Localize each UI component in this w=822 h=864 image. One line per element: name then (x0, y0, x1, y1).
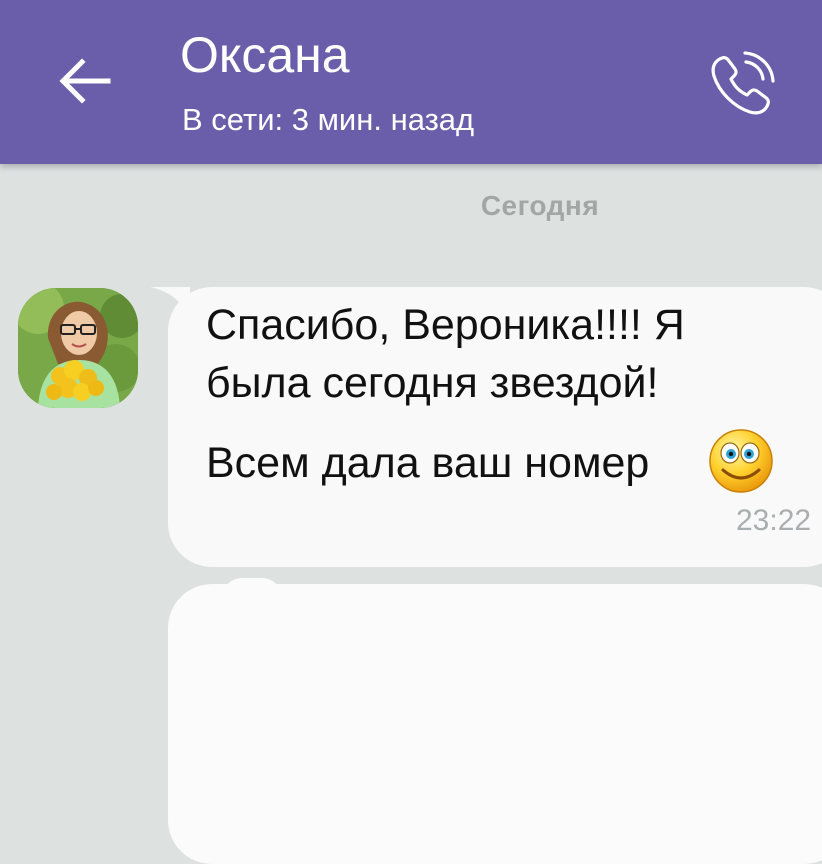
back-button[interactable] (52, 48, 118, 114)
contact-status: В сети: 3 мин. назад (182, 102, 475, 137)
date-divider: Сегодня (480, 190, 600, 221)
contact-name[interactable]: Оксана (180, 30, 350, 80)
message-time: 23:22 (736, 504, 812, 537)
chat-header: Оксана В сети: 3 мин. назад (0, 0, 822, 164)
message-text: Спасибо, Вероника!!!! Я (206, 301, 685, 349)
contact-photo (18, 288, 138, 408)
smiley-face-emoji (708, 428, 774, 494)
message-bubble-blurred[interactable] (168, 584, 822, 864)
call-button[interactable] (702, 44, 782, 124)
avatar[interactable] (18, 288, 138, 408)
message-text: была сегодня звездой! (206, 359, 659, 407)
phone-icon (711, 51, 775, 115)
message-text: Всем дала ваш номер (206, 439, 650, 487)
arrow-left-icon (59, 58, 111, 104)
